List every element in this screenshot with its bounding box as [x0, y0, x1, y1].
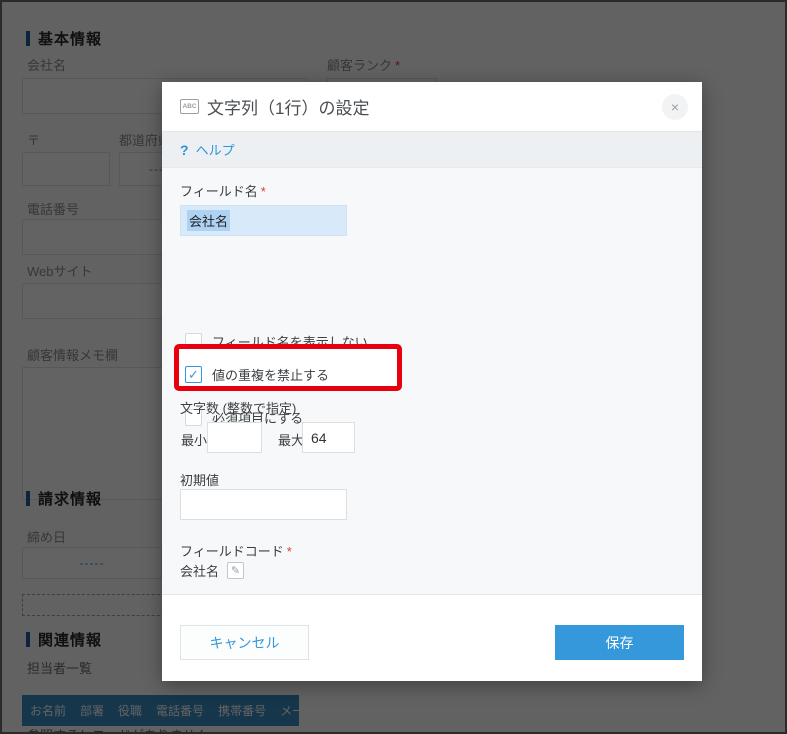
min-label: 最小: [181, 430, 207, 449]
dialog-footer: キャンセル 保存: [162, 594, 702, 681]
help-question-icon: ?: [180, 142, 189, 158]
min-input[interactable]: [207, 422, 262, 453]
max-label: 最大: [278, 430, 304, 449]
field-name-input[interactable]: 会社名: [180, 205, 347, 236]
checkbox-row-prohibit-duplicates[interactable]: ✓ 値の重複を禁止する: [185, 365, 329, 384]
selected-text: 会社名: [187, 210, 230, 231]
help-bar: ? ヘルプ: [162, 132, 702, 168]
field-name-label: フィールド名*: [180, 181, 266, 200]
required-mark: *: [287, 544, 292, 559]
check-icon: ✓: [188, 368, 199, 381]
required-mark: *: [261, 184, 266, 199]
checkbox-checked[interactable]: ✓: [185, 366, 202, 383]
max-input[interactable]: [302, 422, 355, 453]
field-settings-dialog: ABC 文字列（1行）の設定 × ? ヘルプ フィールド名* 会社名 フィールド…: [162, 82, 702, 681]
save-button[interactable]: 保存: [555, 625, 684, 660]
screenshot-frame: 基本情報 会社名 顧客ランク* 〒 都道府県 ----- 電話番号 Webサイト…: [0, 0, 787, 734]
field-code-row: 会社名 ✎: [180, 561, 244, 580]
default-value-label: 初期値: [180, 470, 219, 489]
default-value-input[interactable]: [180, 489, 347, 520]
char-count-label: 文字数 (整数で指定): [180, 398, 296, 417]
cancel-button[interactable]: キャンセル: [180, 625, 309, 660]
dialog-header: ABC 文字列（1行）の設定 ×: [162, 82, 702, 132]
dialog-title: 文字列（1行）の設定: [207, 94, 369, 119]
edit-pencil-icon[interactable]: ✎: [227, 562, 244, 579]
field-code-label: フィールドコード*: [180, 541, 292, 560]
text-field-type-icon: ABC: [180, 99, 199, 114]
help-link[interactable]: ヘルプ: [196, 140, 235, 159]
field-code-value: 会社名: [180, 561, 219, 580]
close-icon[interactable]: ×: [662, 94, 688, 120]
